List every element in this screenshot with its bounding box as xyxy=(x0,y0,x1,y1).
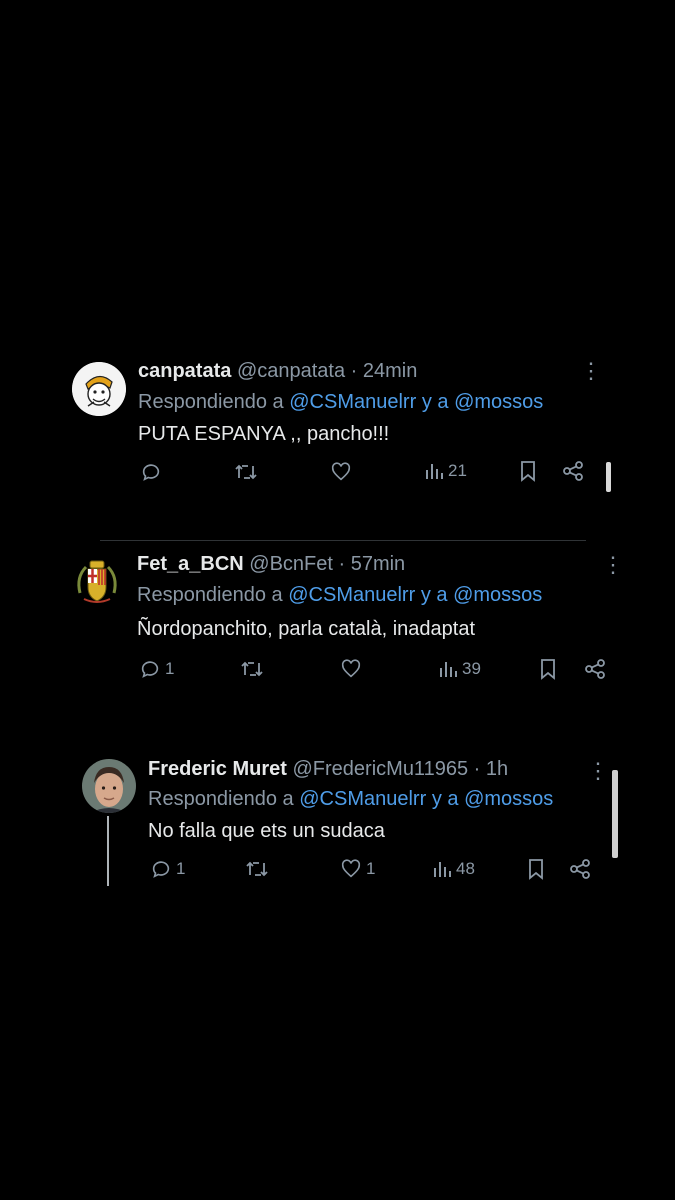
reply-button[interactable]: 1 xyxy=(139,658,174,680)
scrollbar[interactable] xyxy=(606,462,611,492)
reply-mid[interactable]: y a xyxy=(432,788,459,810)
retweet-icon xyxy=(234,461,258,483)
bookmark-icon xyxy=(526,858,546,880)
views-count: 48 xyxy=(456,859,475,878)
bookmark-button[interactable] xyxy=(518,460,538,482)
views-icon xyxy=(432,859,452,879)
retweet-icon xyxy=(245,858,269,880)
reply-count: 1 xyxy=(165,659,175,678)
views-icon xyxy=(438,659,458,679)
tweet-text: PUTA ESPANYA ,, pancho!!! xyxy=(138,423,390,445)
share-button[interactable] xyxy=(569,858,591,880)
share-icon xyxy=(562,460,584,482)
display-name[interactable]: Frederic Muret xyxy=(148,758,287,780)
reply-prefix: Respondiendo a xyxy=(137,584,283,606)
more-icon[interactable]: ⋮ xyxy=(602,554,624,576)
retweet-button[interactable] xyxy=(245,858,273,880)
reply-mid[interactable]: y a xyxy=(421,584,448,606)
handle-time[interactable]: @BcnFet · 57min xyxy=(249,553,405,575)
display-name[interactable]: canpatata xyxy=(138,360,231,382)
divider xyxy=(100,540,586,541)
tweet-text: Ñordopanchito, parla català, inadaptat xyxy=(137,618,476,640)
reply-count: 1 xyxy=(176,859,186,878)
avatar[interactable] xyxy=(70,553,124,609)
bookmark-icon xyxy=(538,658,558,680)
retweet-icon xyxy=(240,658,264,680)
like-button[interactable] xyxy=(340,658,366,680)
reply-context: Respondiendo a @CSManuelrr y a @mossos xyxy=(148,788,553,811)
reply-button[interactable]: 1 xyxy=(150,858,185,880)
handle-time[interactable]: @FredericMu11965 · 1h xyxy=(293,758,509,780)
reply-icon xyxy=(139,658,161,680)
tweet-header: Fet_a_BCN @BcnFet · 57min xyxy=(137,553,405,576)
like-icon xyxy=(340,858,362,880)
share-button[interactable] xyxy=(562,460,584,482)
handle-time[interactable]: @canpatata · 24min xyxy=(237,360,417,382)
share-icon xyxy=(584,658,606,680)
display-name[interactable]: Fet_a_BCN xyxy=(137,553,244,575)
scrollbar[interactable] xyxy=(612,770,618,858)
views-icon xyxy=(424,461,444,481)
bookmark-icon xyxy=(518,460,538,482)
like-button[interactable]: 1 xyxy=(340,858,375,880)
reply-prefix: Respondiendo a xyxy=(148,788,294,810)
mention-link[interactable]: @CSManuelrr xyxy=(289,391,416,413)
more-icon[interactable]: ⋮ xyxy=(587,760,609,782)
reply-prefix: Respondiendo a xyxy=(138,391,284,413)
thread-line xyxy=(107,816,109,886)
share-icon xyxy=(569,858,591,880)
like-button[interactable] xyxy=(330,461,356,483)
share-button[interactable] xyxy=(584,658,606,680)
reply-icon xyxy=(140,461,162,483)
retweet-button[interactable] xyxy=(240,658,268,680)
views-count: 39 xyxy=(462,659,481,678)
retweet-button[interactable] xyxy=(234,461,262,483)
avatar[interactable] xyxy=(82,759,136,813)
mention-link[interactable]: @mossos xyxy=(454,391,543,413)
like-icon xyxy=(330,461,352,483)
like-icon xyxy=(340,658,362,680)
views-button[interactable]: 48 xyxy=(432,859,475,879)
reply-icon xyxy=(150,858,172,880)
bookmark-button[interactable] xyxy=(526,858,546,880)
tweet-header: canpatata @canpatata · 24min xyxy=(138,360,417,383)
mention-link[interactable]: @mossos xyxy=(464,788,553,810)
tweet-header: Frederic Muret @FredericMu11965 · 1h xyxy=(148,758,508,781)
mention-link[interactable]: @mossos xyxy=(453,584,542,606)
reply-context: Respondiendo a @CSManuelrr y a @mossos xyxy=(137,584,542,607)
views-button[interactable]: 39 xyxy=(438,659,481,679)
views-count: 21 xyxy=(448,461,467,480)
reply-mid[interactable]: y a xyxy=(422,391,449,413)
views-button[interactable]: 21 xyxy=(424,461,467,481)
avatar[interactable] xyxy=(72,362,126,416)
reply-context: Respondiendo a @CSManuelrr y a @mossos xyxy=(138,391,543,414)
more-icon[interactable]: ⋮ xyxy=(580,360,602,382)
reply-button[interactable] xyxy=(140,461,166,483)
bookmark-button[interactable] xyxy=(538,658,558,680)
mention-link[interactable]: @CSManuelrr xyxy=(288,584,415,606)
like-count: 1 xyxy=(366,859,376,878)
tweet-text: No falla que ets un sudaca xyxy=(148,820,385,842)
mention-link[interactable]: @CSManuelrr xyxy=(299,788,426,810)
